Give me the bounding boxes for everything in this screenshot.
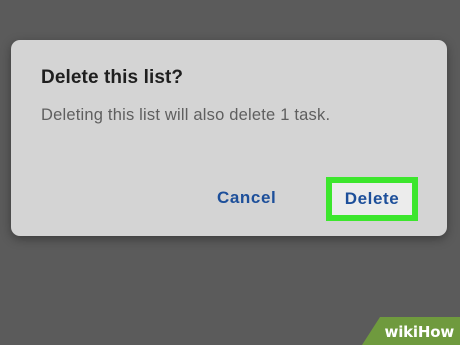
highlight-inner: Delete — [332, 183, 412, 215]
watermark-text-part1: wiki — [384, 323, 419, 341]
delete-list-dialog: Delete this list? Deleting this list wil… — [11, 40, 447, 236]
dialog-actions: Cancel Delete — [11, 40, 447, 236]
watermark-text-part2: How — [417, 323, 454, 341]
watermark-text: wikiHow — [384, 323, 455, 341]
delete-button[interactable]: Delete — [332, 183, 412, 215]
highlight-box: Delete — [326, 177, 418, 221]
cancel-button[interactable]: Cancel — [217, 188, 276, 208]
